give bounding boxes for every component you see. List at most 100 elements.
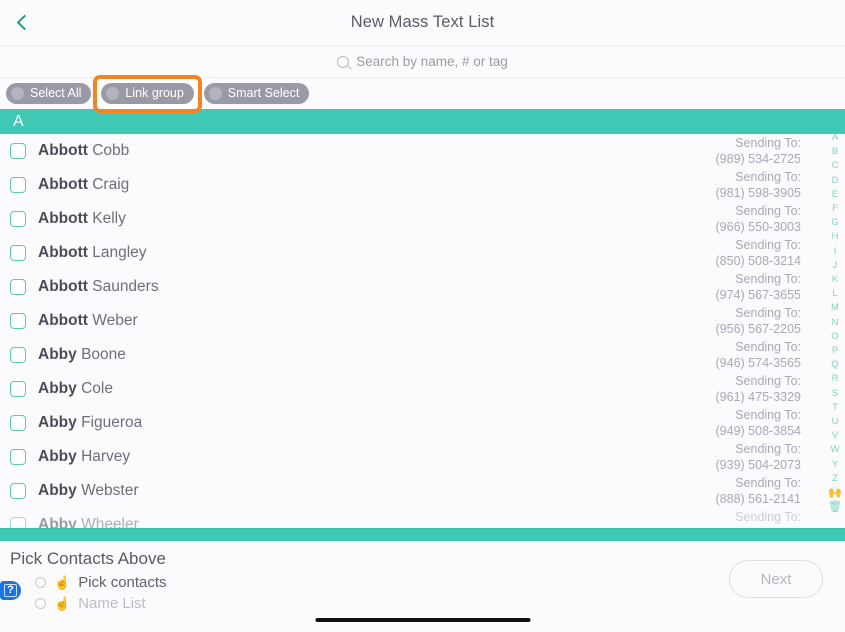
contact-checkbox[interactable] xyxy=(10,279,26,295)
sending-to-phone: (966) 550-3003 xyxy=(715,220,801,234)
contact-checkbox[interactable] xyxy=(10,449,26,465)
contact-checkbox[interactable] xyxy=(10,143,26,159)
contact-first-name: Abbott xyxy=(38,278,88,295)
contact-checkbox[interactable] xyxy=(10,347,26,363)
alpha-index-emoji[interactable]: 🙌 xyxy=(828,486,842,500)
radio-icon[interactable] xyxy=(35,598,46,609)
contact-checkbox[interactable] xyxy=(10,381,26,397)
alpha-index-letter[interactable]: Z xyxy=(832,472,838,486)
contact-checkbox[interactable] xyxy=(10,177,26,193)
sending-to-label: Sending To: xyxy=(735,306,801,320)
table-row[interactable]: Abbott Saunders Sending To: (974) 567-3655 xyxy=(0,270,845,304)
sending-to-block: Sending To: (989) 534-2725 xyxy=(716,135,801,167)
contact-first-name: Abbott xyxy=(38,244,88,261)
sending-to-label: Sending To: xyxy=(735,476,801,490)
help-button[interactable]: ? xyxy=(0,581,21,600)
alpha-index-letter[interactable]: M xyxy=(831,301,839,315)
table-row[interactable]: Abby Harvey Sending To: (939) 504-2073 xyxy=(0,440,845,474)
table-row[interactable]: Abby Boone Sending To: (946) 574-3565 xyxy=(0,338,845,372)
alpha-index-letter[interactable]: E xyxy=(832,188,838,202)
contact-name: Abbott Weber xyxy=(38,312,138,330)
alpha-index-letter[interactable]: C xyxy=(832,159,839,173)
contact-last-name: Figueroa xyxy=(81,414,143,431)
alpha-index-letter[interactable]: V xyxy=(832,429,838,443)
alpha-index-letter[interactable]: J xyxy=(833,259,838,273)
sending-to-label: Sending To: xyxy=(735,340,801,354)
alpha-index-letter[interactable]: T xyxy=(832,401,838,415)
alpha-index-letter[interactable]: A xyxy=(832,131,838,145)
sending-to-block: Sending To: (946) 574-3565 xyxy=(716,339,801,371)
search-input[interactable]: Search by name, # or tag xyxy=(356,54,508,69)
alpha-index-letter[interactable]: O xyxy=(831,330,838,344)
table-row[interactable]: Abbott Craig Sending To: (981) 598-3905 xyxy=(0,168,845,202)
alpha-index-letter[interactable]: R xyxy=(832,372,839,386)
smart-select-wrap: Smart Select xyxy=(203,82,310,105)
contact-last-name: Craig xyxy=(92,176,130,193)
alpha-index-emoji[interactable]: 🗑 xyxy=(828,500,842,514)
alpha-index-letter[interactable]: G xyxy=(831,216,838,230)
alpha-index-letter[interactable]: W xyxy=(831,443,840,457)
alpha-index-letter[interactable]: F xyxy=(832,202,838,216)
table-row[interactable]: Abbott Cobb Sending To: (989) 534-2725 xyxy=(0,134,845,168)
home-indicator xyxy=(315,618,530,622)
alpha-index-letter[interactable]: P xyxy=(832,344,838,358)
smart-select-button[interactable]: Smart Select xyxy=(203,82,310,104)
contact-last-name: Kelly xyxy=(92,210,126,227)
selection-toolbar: Select All Link group Smart Select xyxy=(0,74,845,113)
alpha-index-letter[interactable]: Y xyxy=(832,458,838,472)
table-row[interactable]: Abbott Langley Sending To: (850) 508-3214 xyxy=(0,236,845,270)
sending-to-block: Sending To: (981) 598-3905 xyxy=(716,169,801,201)
alpha-index-letter[interactable]: K xyxy=(832,273,838,287)
question-mark-icon: ? xyxy=(4,584,17,597)
search-icon xyxy=(337,55,350,68)
alpha-index-letter[interactable]: Q xyxy=(831,358,838,372)
table-row[interactable]: Abbott Kelly Sending To: (966) 550-3003 xyxy=(0,202,845,236)
sending-to-label: Sending To: xyxy=(735,136,801,150)
alpha-index-letter[interactable]: H xyxy=(832,230,839,244)
sending-to-label: Sending To: xyxy=(735,204,801,218)
contact-list[interactable]: Abbott Cobb Sending To: (989) 534-2725 Abbo… xyxy=(0,134,845,528)
alphabet-index[interactable]: A B C D E F G H I J K L M N O P Q R S T U V W Y Z 🙌 🗑 xyxy=(827,131,843,519)
alpha-index-letter[interactable]: I xyxy=(834,245,837,259)
table-row[interactable]: Abby Webster Sending To: (888) 561-2141 xyxy=(0,474,845,508)
contact-name: Abbott Langley xyxy=(38,244,147,262)
navigation-bar: New Mass Text List xyxy=(0,0,845,46)
sending-to-label: Sending To: xyxy=(735,408,801,422)
link-group-highlight: Link group xyxy=(93,74,202,113)
contact-checkbox[interactable] xyxy=(10,245,26,261)
alpha-index-letter[interactable]: U xyxy=(832,415,839,429)
select-all-wrap: Select All xyxy=(6,82,92,105)
sending-to-label: Sending To: xyxy=(735,170,801,184)
option-name-list[interactable]: ☝ Name List xyxy=(10,593,845,614)
mass-text-list-screen: New Mass Text List Search by name, # or … xyxy=(0,0,845,632)
contact-first-name: Abbott xyxy=(38,312,88,329)
table-row[interactable]: Abby Figueroa Sending To: (949) 508-3854 xyxy=(0,406,845,440)
alpha-index-letter[interactable]: D xyxy=(832,174,839,188)
link-group-button[interactable]: Link group xyxy=(101,82,194,104)
contact-last-name: Wheeler xyxy=(81,516,139,528)
alpha-index-letter[interactable]: B xyxy=(832,145,838,159)
select-all-button[interactable]: Select All xyxy=(6,82,92,104)
table-row[interactable]: Abby Cole Sending To: (961) 475-3329 xyxy=(0,372,845,406)
contact-checkbox[interactable] xyxy=(10,415,26,431)
contact-last-name: Saunders xyxy=(92,278,159,295)
contact-checkbox[interactable] xyxy=(10,313,26,329)
contact-name: Abby Cole xyxy=(38,380,113,398)
option-pick-contacts-label: Pick contacts xyxy=(78,574,167,591)
alpha-index-letter[interactable]: S xyxy=(832,387,838,401)
table-row[interactable]: Abby Wheeler Sending To: xyxy=(0,508,845,528)
contact-first-name: Abbott xyxy=(38,142,88,159)
option-pick-contacts[interactable]: ☝ Pick contacts xyxy=(10,572,845,593)
sending-to-label: Sending To: xyxy=(735,238,801,252)
next-button[interactable]: Next xyxy=(729,560,823,598)
contact-checkbox[interactable] xyxy=(10,483,26,499)
radio-icon[interactable] xyxy=(35,577,46,588)
table-row[interactable]: Abbott Weber Sending To: (956) 567-2205 xyxy=(0,304,845,338)
alpha-index-letter[interactable]: N xyxy=(832,316,839,330)
contact-name: Abbott Saunders xyxy=(38,278,159,296)
alpha-index-letter[interactable]: L xyxy=(832,287,837,301)
contact-checkbox[interactable] xyxy=(10,211,26,227)
search-bar[interactable]: Search by name, # or tag xyxy=(0,46,845,78)
sending-to-block: Sending To: (961) 475-3329 xyxy=(716,373,801,405)
contact-checkbox[interactable] xyxy=(10,517,26,528)
